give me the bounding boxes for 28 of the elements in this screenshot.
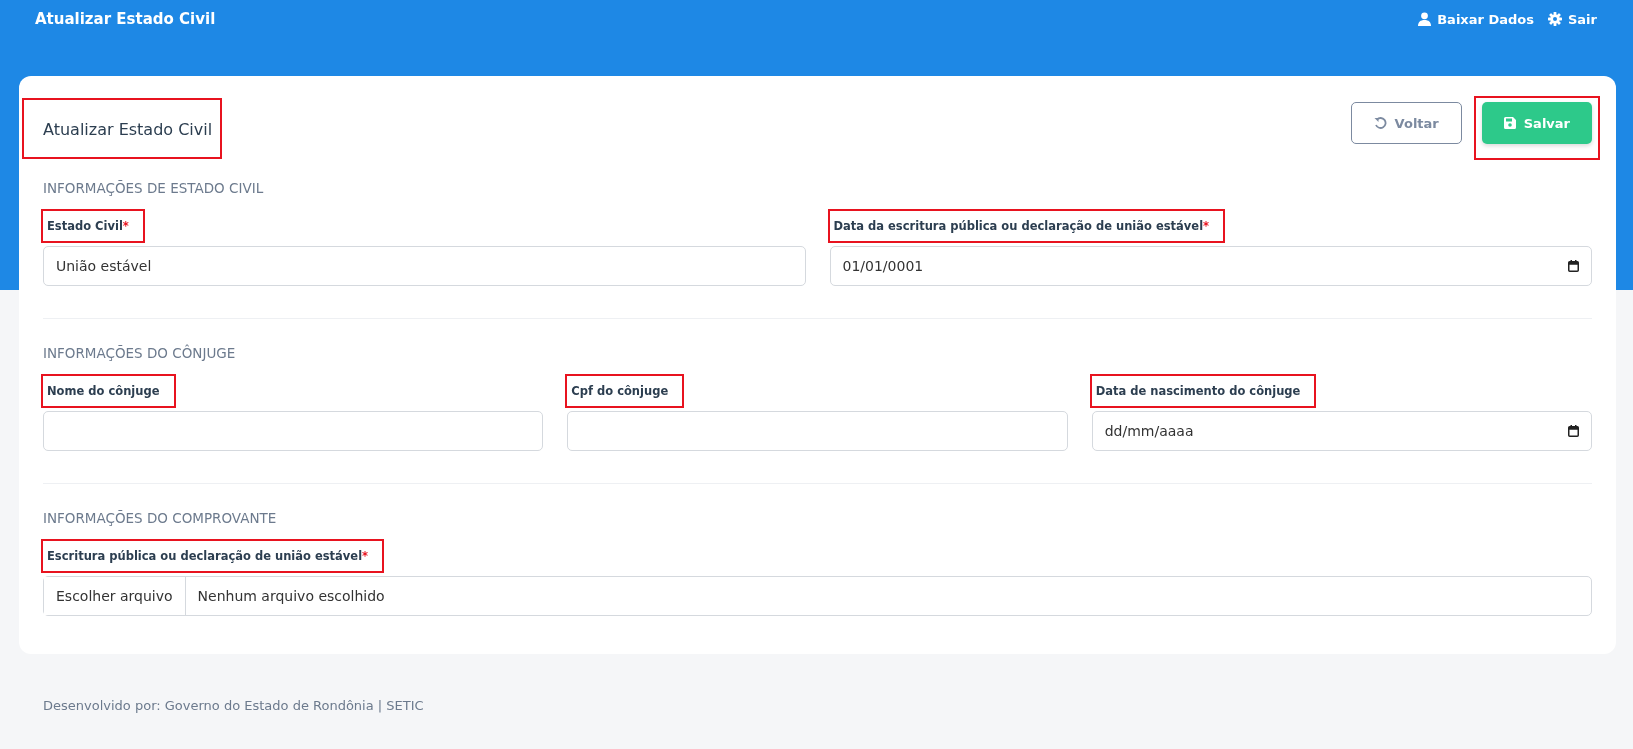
file-field[interactable]: Escolher arquivo Nenhum arquivo escolhido: [43, 576, 1592, 616]
form-title: Atualizar Estado Civil: [24, 99, 221, 157]
text-field[interactable]: [567, 411, 1068, 451]
calendar-icon: [1568, 425, 1579, 437]
nav-link[interactable]: Baixar Dados: [1418, 11, 1534, 27]
calendar-icon: [1568, 260, 1579, 272]
section-heading: INFORMAÇÕES DE ESTADO CIVIL: [43, 180, 265, 196]
file-status: Nenhum arquivo escolhido: [196, 588, 386, 604]
field-label: Estado Civil*: [43, 211, 143, 241]
settings-icon: [1548, 12, 1562, 26]
date-field[interactable]: dd/mm/aaaa: [1091, 411, 1592, 451]
field-label: Escritura pública ou declaração de união estável*: [43, 541, 383, 571]
nav-link[interactable]: Sair: [1548, 11, 1597, 27]
field-label: Nome do cônjuge: [43, 376, 174, 406]
text-field[interactable]: União estável: [43, 246, 806, 286]
section-heading: INFORMAÇÕES DO CÔNJUGE: [43, 345, 237, 361]
app-title: Atualizar Estado Civil: [35, 10, 216, 28]
user-icon: [1418, 12, 1432, 26]
footer-text: Desenvolvido por: Governo do Estado de Rondônia | SETIC: [43, 698, 425, 713]
field-label: Data da escritura pública ou declaração de união estável*: [829, 211, 1224, 241]
field-label: Cpf do cônjuge: [567, 376, 683, 406]
field-label: Data de nascimento do cônjuge: [1091, 376, 1315, 406]
text-field[interactable]: [43, 411, 544, 451]
back-button[interactable]: Voltar: [1350, 102, 1462, 144]
section-heading: INFORMAÇÕES DO COMPROVANTE: [43, 510, 278, 526]
choose-file-button[interactable]: Escolher arquivo: [44, 577, 186, 615]
date-field[interactable]: 01/01/0001: [829, 246, 1592, 286]
undo-icon: [1373, 116, 1387, 130]
